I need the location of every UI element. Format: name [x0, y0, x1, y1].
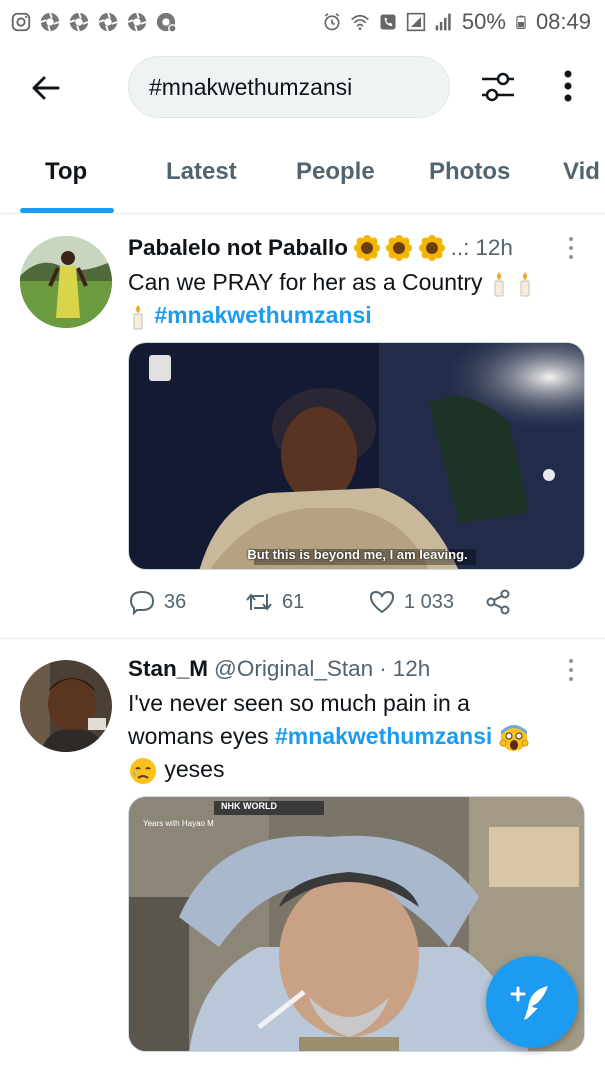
search-tabs: Top Latest People Photos Vid: [0, 148, 605, 214]
status-bar: 50% 08:49: [0, 0, 605, 44]
tweet-menu-icon[interactable]: [566, 236, 576, 260]
wifi-icon: [351, 14, 369, 30]
candle-icon: [494, 271, 504, 297]
notification-icons: [10, 11, 177, 33]
reply-icon: [129, 590, 155, 616]
back-arrow-icon[interactable]: [28, 70, 64, 106]
separator: ·: [379, 656, 387, 681]
tab-latest[interactable]: Latest: [166, 158, 237, 186]
clock: 08:49: [535, 9, 591, 34]
search-input[interactable]: #mnakwethumzansi: [128, 56, 450, 118]
tweet-actions: 36 61 1 033: [128, 588, 578, 618]
tweet-body-line2: womans eyes: [128, 723, 269, 749]
system-status: 50% 08:49: [322, 9, 591, 35]
search-header: #mnakwethumzansi: [0, 54, 605, 120]
aperture-icon: [40, 12, 60, 32]
display-name[interactable]: Stan_M: [128, 656, 208, 682]
hashtag-link[interactable]: #mnakwethumzansi: [275, 723, 492, 749]
like-button[interactable]: 1 033: [368, 588, 454, 616]
battery-icon: [516, 15, 526, 30]
tweet-text: I've never seen so much pain in a womans…: [128, 687, 578, 786]
signal-strength-icon: [435, 13, 451, 31]
phone-icon: [380, 14, 396, 30]
tweet-body: Can we PRAY for her as a Country: [128, 269, 483, 295]
share-icon: [486, 589, 510, 615]
sunflower-emojis: [354, 234, 445, 262]
tab-people[interactable]: People: [296, 158, 375, 186]
aperture-icon: [69, 12, 89, 32]
display-name[interactable]: Pabalelo not Paballo: [128, 235, 348, 261]
battery-percent: 50%: [461, 9, 506, 34]
sad-face-icon: [130, 757, 156, 784]
compose-tweet-button[interactable]: [486, 956, 578, 1048]
tweet-time: 12h: [475, 234, 513, 260]
tab-top[interactable]: Top: [45, 158, 87, 186]
candle-icon: [520, 271, 530, 297]
reply-button[interactable]: 36: [128, 588, 186, 616]
sunflower-icon: [418, 235, 445, 262]
tweet-time: 12h: [392, 656, 431, 681]
tweet-body-line1: I've never seen so much pain in a: [128, 690, 470, 716]
tweet-header: Stan_M @Original_Stan · 12h: [128, 656, 430, 682]
tab-photos[interactable]: Photos: [429, 158, 510, 186]
overflow-menu-icon[interactable]: [554, 66, 582, 106]
search-filter-icon[interactable]: [478, 67, 518, 107]
alarm-icon: [324, 13, 340, 31]
tweet-body-line3: yeses: [164, 756, 225, 782]
camera-icon: [156, 12, 177, 33]
name-suffix: ..:: [450, 234, 470, 260]
search-query: #mnakwethumzansi: [149, 73, 353, 100]
aperture-icon: [98, 12, 118, 32]
avatar[interactable]: [20, 660, 112, 752]
hashtag-link[interactable]: #mnakwethumzansi: [154, 302, 371, 328]
media-subtitle: Years with Hayao M: [143, 819, 214, 828]
retweet-icon: [246, 593, 272, 611]
candle-icon: [133, 304, 143, 330]
tweet-menu-icon[interactable]: [566, 658, 576, 682]
signal-box-icon: [406, 12, 426, 32]
reply-count: 36: [164, 590, 187, 613]
screaming-face-icon: [499, 724, 529, 751]
user-handle[interactable]: @Original_Stan: [214, 656, 373, 682]
tweet-media[interactable]: But this is beyond me, I am leaving.: [128, 342, 585, 570]
avatar[interactable]: [20, 236, 112, 328]
active-tab-indicator: [20, 208, 114, 213]
media-image: [129, 343, 584, 569]
compose-feather-icon: [510, 986, 548, 1020]
tweet-header: Pabalelo not Paballo ..: 12h: [128, 234, 513, 262]
tab-videos[interactable]: Vid: [563, 158, 600, 186]
instagram-icon: [11, 12, 31, 32]
media-watermark: NHK WORLD: [221, 801, 277, 811]
sunflower-icon: [354, 235, 381, 262]
tweet-text: Can we PRAY for her as a Country #mnakwe…: [128, 266, 578, 332]
retweet-button[interactable]: 61: [244, 588, 304, 616]
media-caption: But this is beyond me, I am leaving.: [247, 547, 468, 562]
heart-icon: [369, 590, 395, 614]
share-button[interactable]: [484, 588, 512, 616]
tweet[interactable]: Pabalelo not Paballo ..: 12h Can we PRAY…: [0, 214, 605, 638]
aperture-icon: [127, 12, 147, 32]
like-count: 1 033: [404, 590, 455, 613]
retweet-count: 61: [282, 590, 305, 613]
sunflower-icon: [386, 235, 413, 262]
